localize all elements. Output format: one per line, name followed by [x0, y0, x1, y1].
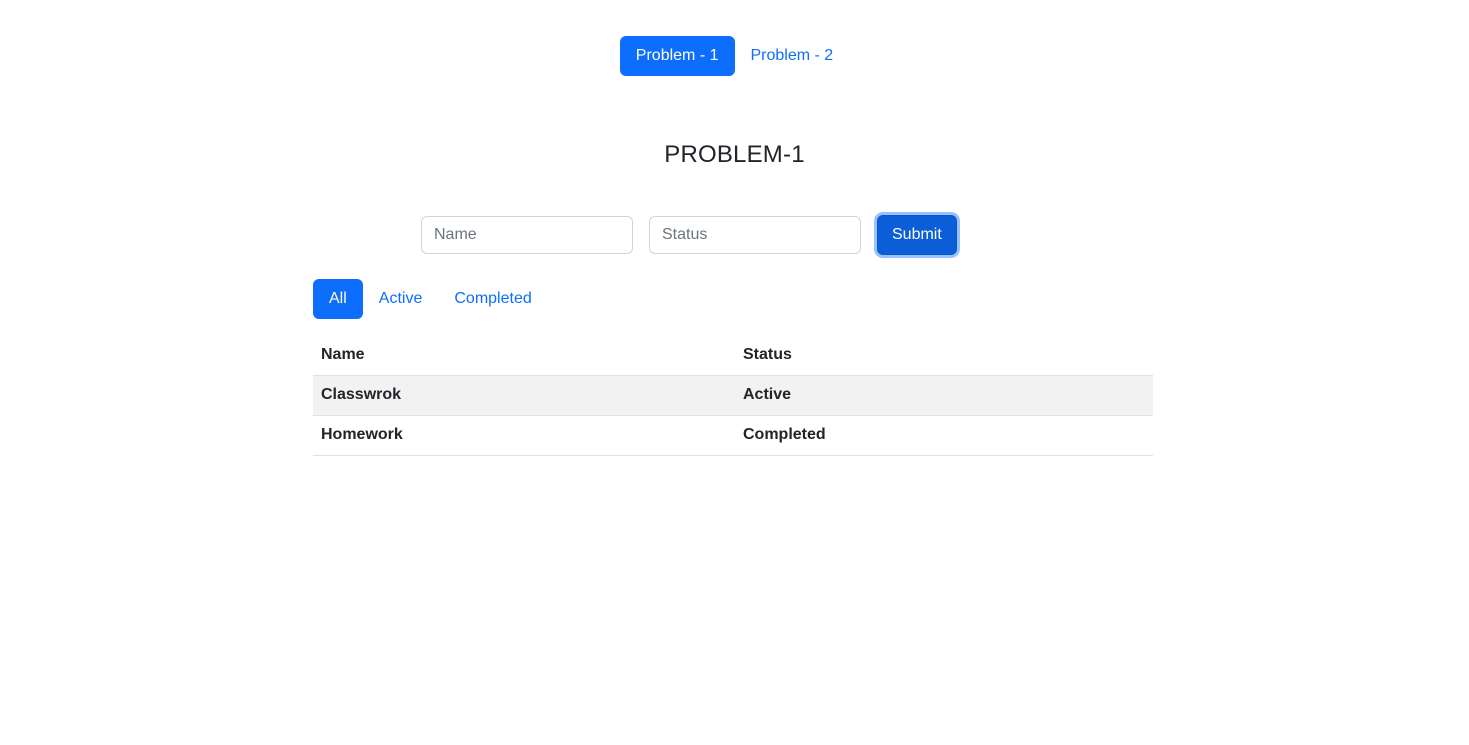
task-form: Submit: [421, 215, 957, 255]
column-header-name: Name: [313, 335, 735, 376]
task-name-cell: Homework: [313, 415, 735, 456]
column-header-status: Status: [735, 335, 1153, 376]
page-title: PROBLEM-1: [664, 141, 805, 168]
status-input[interactable]: [649, 216, 861, 254]
filter-all[interactable]: All: [313, 279, 363, 319]
name-input[interactable]: [421, 216, 633, 254]
tab-problem-1[interactable]: Problem - 1: [619, 36, 735, 76]
task-status-cell: Active: [735, 375, 1153, 416]
tab-problem-2[interactable]: Problem - 2: [735, 36, 850, 76]
task-status-cell: Completed: [735, 415, 1153, 456]
table-row: Classwrok Active: [313, 375, 1153, 416]
table-header-row: Name Status: [313, 335, 1153, 376]
filter-active[interactable]: Active: [363, 279, 439, 319]
table-row: Homework Completed: [313, 415, 1153, 456]
filter-completed[interactable]: Completed: [438, 279, 547, 319]
tasks-table-container: Name Status Classwrok Active Homework Co…: [313, 335, 1153, 456]
problem-nav: Problem - 1 Problem - 2: [0, 36, 1469, 76]
task-name-cell: Classwrok: [313, 375, 735, 416]
status-filter-tabs: All Active Completed: [313, 279, 548, 319]
submit-button[interactable]: Submit: [877, 215, 957, 255]
tasks-table: Name Status Classwrok Active Homework Co…: [313, 335, 1153, 456]
